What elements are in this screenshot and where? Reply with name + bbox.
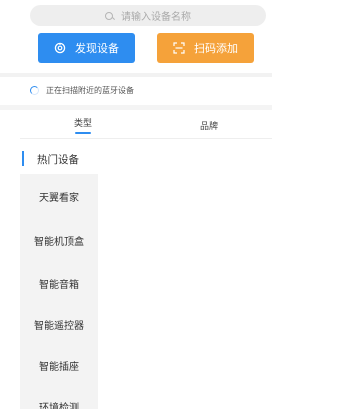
category-item-smart-plug[interactable]: 智能插座 [20, 353, 98, 377]
section-divider [0, 73, 272, 77]
search-icon [105, 11, 113, 20]
tab-active-indicator [75, 132, 91, 134]
scan-to-add-button[interactable]: 扫码添加 [157, 33, 254, 63]
category-sidebar: 热门设备 天翼看家 智能机顶盒 智能音箱 智能遥控器 智能插座 环境检测 [20, 139, 98, 409]
tab-brand[interactable]: 品牌 [146, 111, 272, 139]
loading-spinner-icon [30, 85, 39, 95]
tab-type[interactable]: 类型 [20, 111, 146, 139]
blank-margin [272, 0, 357, 409]
discover-devices-button[interactable]: 发现设备 [38, 33, 135, 63]
category-item-smart-speaker[interactable]: 智能音箱 [20, 271, 98, 295]
category-label: 智能音箱 [39, 279, 79, 291]
scan-status-text: 正在扫描附近的蓝牙设备 [46, 85, 134, 95]
category-item-remote-control[interactable]: 智能遥控器 [20, 312, 98, 336]
discover-icon [54, 42, 66, 54]
category-item-tianyi-kanjia[interactable]: 天翼看家 [20, 184, 98, 208]
category-label: 智能遥控器 [34, 320, 84, 332]
category-tabs: 类型 品牌 [20, 111, 272, 139]
scan-status: 正在扫描附近的蓝牙设备 [30, 83, 134, 97]
tab-type-label: 类型 [73, 119, 92, 129]
scan-icon [173, 42, 185, 54]
section-divider [0, 105, 272, 110]
discover-devices-label: 发现设备 [75, 42, 119, 55]
tab-brand-label: 品牌 [199, 121, 218, 132]
category-label: 环境检测 [39, 402, 79, 409]
scan-to-add-label: 扫码添加 [194, 42, 238, 55]
search-placeholder: 请输入设备名称 [121, 12, 191, 23]
category-item-environment[interactable]: 环境检测 [20, 394, 98, 409]
category-item-hot[interactable]: 热门设备 [20, 147, 98, 171]
category-label: 智能插座 [39, 361, 79, 373]
active-category-indicator [22, 151, 24, 166]
category-label: 热门设备 [37, 153, 79, 166]
category-label: 智能机顶盒 [34, 236, 84, 248]
search-input[interactable]: 请输入设备名称 [30, 5, 266, 26]
category-label: 天翼看家 [39, 192, 79, 204]
category-item-set-top-box[interactable]: 智能机顶盒 [20, 228, 98, 252]
